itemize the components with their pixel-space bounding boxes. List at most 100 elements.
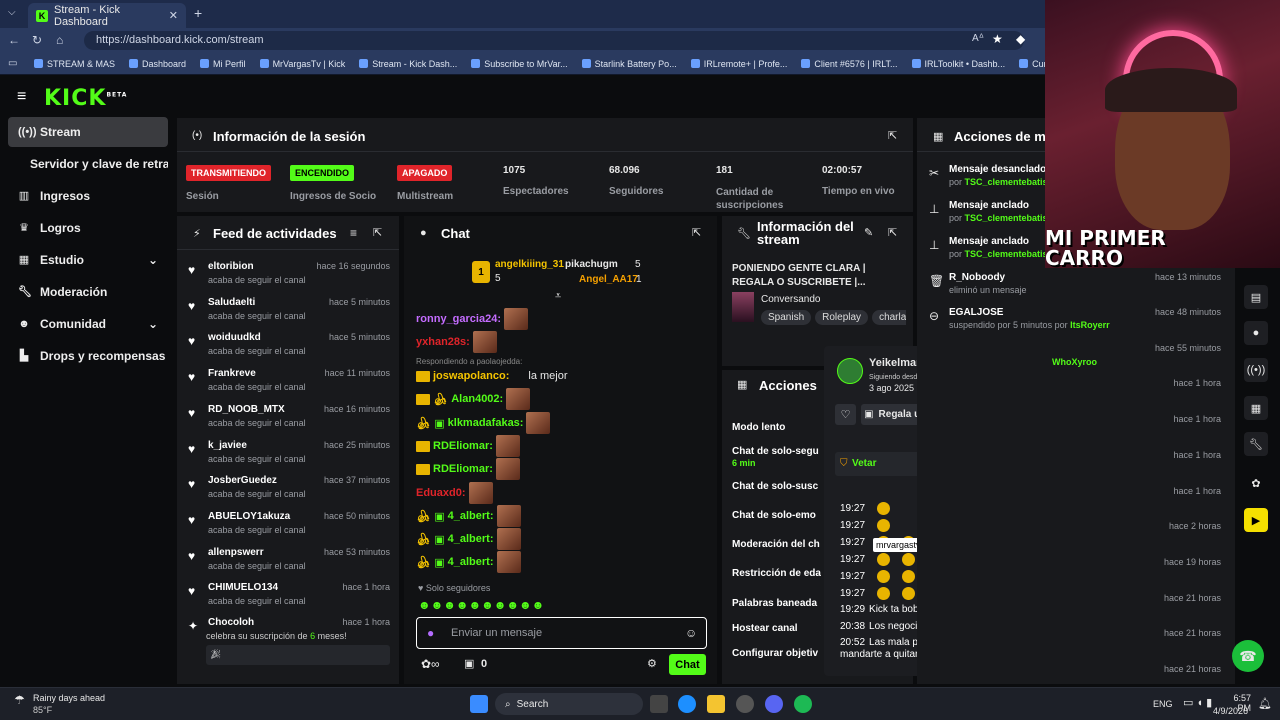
- chat-username[interactable]: Eduaxd0:: [416, 487, 466, 499]
- chat-action-item[interactable]: Chat de solo-segu: [732, 446, 819, 457]
- sidebar-item-estudio[interactable]: ▦ Estudio ⌄: [8, 245, 168, 275]
- tag[interactable]: charlan: [872, 310, 906, 325]
- tag[interactable]: Spanish: [761, 310, 812, 325]
- kick-logo[interactable]: KICKBETA: [44, 86, 127, 111]
- chat-username[interactable]: klkmadafakas:: [448, 417, 524, 429]
- chat-username[interactable]: RDEliomar:: [433, 463, 493, 475]
- points-icon[interactable]: ✿∞: [421, 657, 440, 671]
- emoji-icon[interactable]: ☺: [685, 626, 697, 640]
- top-gifter-name[interactable]: pikachugm: [565, 259, 618, 270]
- emote-bar[interactable]: ☻☻☻☻☻☻☻☻☻☻: [418, 598, 708, 614]
- bookmark[interactable]: IRLremote+ | Profe...: [690, 59, 787, 69]
- mic-icon[interactable]: ●: [427, 626, 434, 640]
- top-gifter-name[interactable]: angelkiiing_31: [495, 259, 564, 270]
- discord-icon[interactable]: [765, 695, 783, 713]
- sidebar-item-ingresos[interactable]: ▥ Ingresos: [8, 181, 168, 211]
- feed-item-name[interactable]: JosberGuedez: [208, 475, 277, 486]
- popout-icon[interactable]: ⇱: [373, 226, 382, 239]
- mod-action-title[interactable]: R_Noboody: [949, 272, 1005, 283]
- windows-start-icon[interactable]: [470, 695, 488, 713]
- rail-points-icon[interactable]: ✿: [1244, 471, 1268, 495]
- read-aloud-icon[interactable]: Aᐞ: [972, 33, 984, 44]
- address-input[interactable]: https://dashboard.kick.com/stream: [84, 31, 1024, 50]
- edit-pencil-icon[interactable]: ✎: [864, 226, 873, 239]
- chat-action-item[interactable]: Chat de solo-emo: [732, 510, 816, 521]
- gift-icon[interactable]: ▣: [464, 657, 474, 670]
- chat-username[interactable]: yxhan28s:: [416, 336, 470, 348]
- file-explorer-icon[interactable]: [707, 695, 725, 713]
- chat-username[interactable]: 4_albert:: [448, 556, 494, 568]
- mod-action-user[interactable]: WhoXyroo: [1052, 357, 1097, 367]
- chat-action-item[interactable]: Restricción de eda: [732, 568, 821, 579]
- back-icon[interactable]: ←: [8, 33, 20, 47]
- chat-action-item[interactable]: Palabras baneada: [732, 598, 817, 609]
- support-headset-icon[interactable]: ☎: [1232, 640, 1264, 672]
- feed-item-name[interactable]: Saludaelti: [208, 297, 255, 308]
- chat-username[interactable]: 4_albert:: [448, 533, 494, 545]
- category-name[interactable]: Conversando: [761, 294, 820, 305]
- chat-input[interactable]: ● Enviar un mensaje ☺: [416, 617, 707, 649]
- bookmark[interactable]: Dashboard: [129, 59, 186, 69]
- bookmark[interactable]: Subscribe to MrVar...: [471, 59, 568, 69]
- rail-notes-icon[interactable]: ▤: [1244, 285, 1268, 309]
- rail-clip-icon[interactable]: ▶: [1244, 508, 1268, 532]
- weather-icon[interactable]: ☂: [14, 693, 25, 707]
- feed-item-name[interactable]: Frankreve: [208, 368, 256, 379]
- clock-date[interactable]: 4/9/2026: [1213, 706, 1248, 716]
- feed-item-name[interactable]: RD_NOOB_MTX: [208, 404, 285, 415]
- sidebar-item-moderacion[interactable]: 🔧︎ Moderación: [8, 277, 168, 307]
- tab-list-icon[interactable]: ⌵: [8, 7, 16, 18]
- refresh-icon[interactable]: ↻: [32, 33, 42, 47]
- rail-wrench-icon[interactable]: 🔧︎: [1244, 432, 1268, 456]
- language-indicator[interactable]: ENG: [1153, 699, 1173, 709]
- chat-action-item[interactable]: Modo lento: [732, 422, 785, 433]
- chat-username[interactable]: 4_albert:: [448, 510, 494, 522]
- bookmark[interactable]: Client #6576 | IRLT...: [801, 59, 898, 69]
- rail-dashboard-icon[interactable]: ▦: [1244, 396, 1268, 420]
- feed-item-name[interactable]: eltoribion: [208, 261, 254, 272]
- hamburger-menu-icon[interactable]: ≡: [17, 88, 26, 106]
- rail-broadcast-icon[interactable]: ((•)): [1244, 358, 1268, 382]
- mod-action-user[interactable]: TSC_clementebatista: [965, 213, 1056, 223]
- mod-action-title[interactable]: Mensaje desanclado: [949, 164, 1046, 175]
- chat-action-item[interactable]: Configurar objetiv: [732, 648, 818, 659]
- notification-bell-icon[interactable]: 🔔︎: [1258, 697, 1272, 710]
- sidebar-item-stream[interactable]: ((•)) Stream: [8, 117, 168, 147]
- mod-action-title[interactable]: EGALJOSE: [949, 307, 1003, 318]
- pinned-chevron-icon[interactable]: ⩡: [555, 290, 561, 303]
- taskbar-search[interactable]: ⌕ Search: [495, 693, 643, 715]
- chat-send-button[interactable]: Chat: [669, 654, 706, 675]
- popout-icon[interactable]: ⇱: [888, 129, 897, 142]
- chat-action-item[interactable]: Chat de solo-susc: [732, 481, 818, 492]
- chat-action-item[interactable]: Moderación del ch: [732, 539, 820, 550]
- mod-action-user[interactable]: TSC_clementebatista: [965, 177, 1056, 187]
- sidebar-item-server-key[interactable]: Servidor y clave de retransn: [8, 149, 168, 179]
- chat-username[interactable]: Alan4002:: [451, 393, 503, 405]
- sidebar-item-logros[interactable]: ♛ Logros: [8, 213, 168, 243]
- sidebar-toggle-icon[interactable]: ▭: [8, 58, 17, 69]
- bookmark[interactable]: MrVargasTv | Kick: [259, 59, 345, 69]
- feed-item-name[interactable]: ABUELOY1akuza: [208, 511, 290, 522]
- rail-chat-icon[interactable]: ●: [1244, 321, 1268, 345]
- feed-item-name[interactable]: woiduudkd: [208, 332, 261, 343]
- home-icon[interactable]: ⌂: [56, 33, 63, 47]
- mod-action-user[interactable]: ItsRoyerr: [1070, 320, 1110, 330]
- feed-item-name[interactable]: CHIMUELO134: [208, 582, 278, 593]
- top-gifter-name[interactable]: Angel_AA17: [579, 274, 638, 285]
- extension-icon[interactable]: ◆: [1016, 32, 1025, 46]
- obs-icon[interactable]: [736, 695, 754, 713]
- chat-username[interactable]: ronny_garcia24:: [416, 313, 501, 325]
- network-volume-icons[interactable]: ▭ ◖ ▮: [1183, 696, 1212, 709]
- new-tab-icon[interactable]: +: [194, 5, 202, 21]
- mod-action-title[interactable]: Mensaje anclado: [949, 236, 1029, 247]
- filter-icon[interactable]: ≡: [350, 226, 357, 240]
- sidebar-item-comunidad[interactable]: ☻ Comunidad ⌄: [8, 309, 168, 339]
- chat-username[interactable]: RDEliomar:: [433, 440, 493, 452]
- star-icon[interactable]: ★: [992, 32, 1003, 46]
- bookmark[interactable]: STREAM & MAS: [34, 59, 115, 69]
- bookmark[interactable]: Stream - Kick Dash...: [359, 59, 457, 69]
- browser-tab[interactable]: K Stream - Kick Dashboard ✕: [28, 3, 186, 28]
- mod-action-title[interactable]: Mensaje anclado: [949, 200, 1029, 211]
- spotify-icon[interactable]: [794, 695, 812, 713]
- feed-item-name[interactable]: k_javiee: [208, 440, 247, 451]
